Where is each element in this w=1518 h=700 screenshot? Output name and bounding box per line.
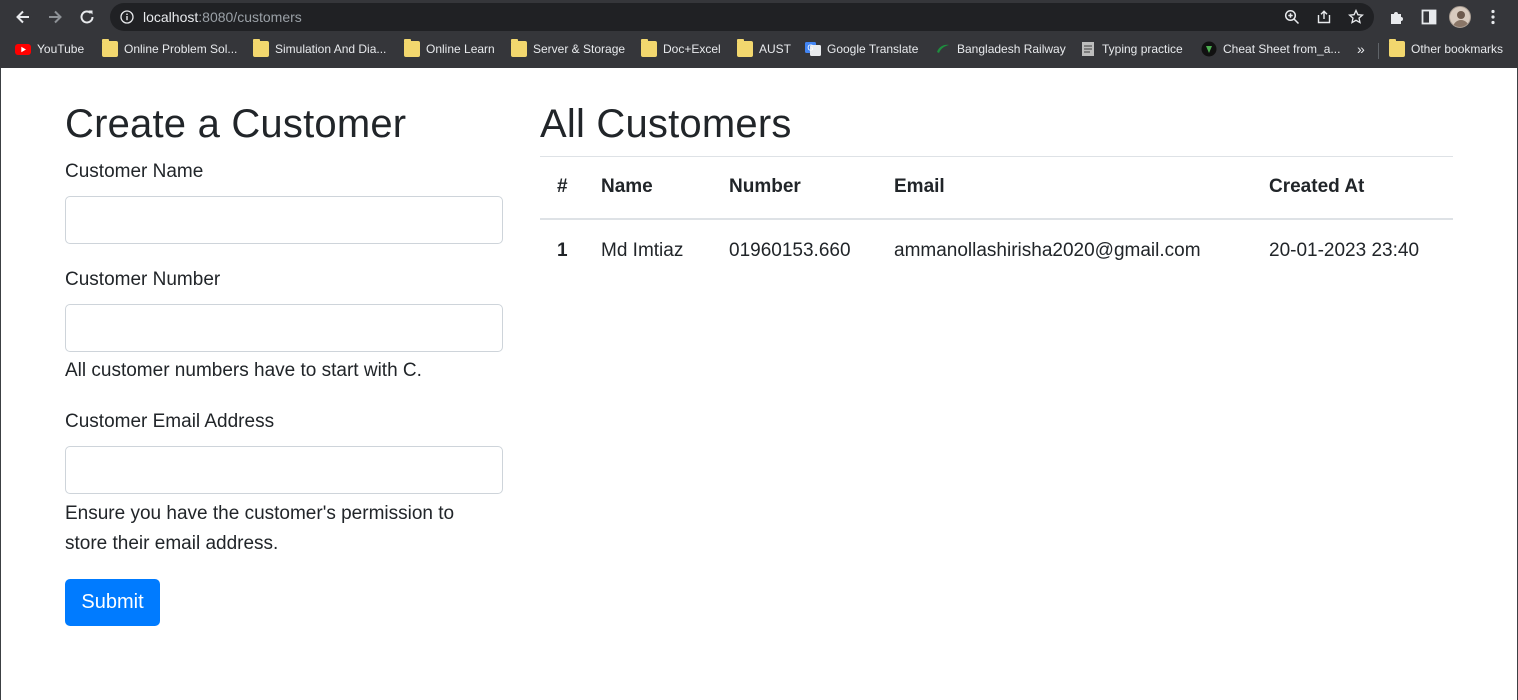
folder-icon: [404, 39, 420, 57]
browser-toolbar: localhost:8080/customers: [0, 0, 1518, 34]
customer-number-label: Customer Number: [65, 269, 221, 290]
table-header-row: # Name Number Email Created At: [540, 156, 1453, 219]
bookmarks-bar: YouTube Online Problem Sol... Simulation…: [0, 36, 1518, 62]
bookmark-bangladesh-railway[interactable]: Bangladesh Railway: [935, 40, 1066, 58]
bookmark-label: Doc+Excel: [663, 42, 721, 56]
customer-email-label: Customer Email Address: [65, 411, 275, 432]
site-info-icon[interactable]: [120, 10, 134, 24]
cell-number: 01960153.660: [729, 240, 851, 261]
bookmark-label: Simulation And Dia...: [275, 42, 387, 56]
bookmark-label: Google Translate: [827, 42, 919, 56]
zoom-icon[interactable]: [1284, 9, 1300, 25]
customer-name-label: Customer Name: [65, 161, 204, 182]
bookmarks-overflow-button[interactable]: »: [1357, 40, 1365, 58]
avatar-body: [1453, 20, 1469, 27]
side-panel-icon[interactable]: [1420, 8, 1438, 26]
bookmark-label: Cheat Sheet from_a...: [1223, 42, 1341, 56]
back-arrow-icon: [16, 10, 29, 24]
customer-number-help: All customer numbers have to start with …: [65, 360, 422, 381]
bookmark-online-learn[interactable]: Online Learn: [404, 39, 495, 58]
customers-table: # Name Number Email Created At 1 Md Imti…: [540, 156, 1453, 283]
cell-created-at: 20-01-2023 23:40: [1269, 240, 1420, 261]
bookmark-server-storage[interactable]: Server & Storage: [511, 39, 626, 58]
bookmark-label: Server & Storage: [533, 42, 626, 56]
browser-chrome: localhost:8080/customers YouTube Online …: [0, 0, 1518, 68]
reload-icon: [80, 10, 94, 24]
google-translate-icon: G: [805, 41, 821, 57]
table-row: 1 Md Imtiaz 01960153.660 ammanollashiris…: [540, 219, 1453, 283]
railway-icon: [935, 41, 951, 57]
bookmark-label: AUST: [759, 42, 792, 56]
submit-button[interactable]: Submit: [65, 579, 160, 626]
header-number: Number: [729, 176, 801, 198]
address-bar[interactable]: localhost:8080/customers: [110, 3, 1374, 31]
forward-arrow-icon: [49, 10, 62, 24]
customers-title: All Customers: [540, 102, 792, 146]
bookmark-label: Online Problem Sol...: [124, 42, 238, 56]
header-index: #: [557, 176, 568, 198]
bookmark-label: Bangladesh Railway: [957, 42, 1066, 56]
url-host: localhost: [143, 9, 199, 25]
bookmark-label: Typing practice: [1102, 42, 1183, 56]
bookmark-star-icon[interactable]: [1348, 9, 1364, 25]
bookmark-label: Online Learn: [426, 42, 495, 56]
folder-icon: [511, 39, 527, 57]
more-menu-icon[interactable]: [1484, 8, 1502, 26]
customer-number-input[interactable]: [65, 304, 503, 352]
folder-icon: [641, 39, 657, 57]
cheatsheet-icon: [1201, 41, 1217, 57]
bookmark-cheat-sheet[interactable]: Cheat Sheet from_a...: [1201, 40, 1340, 58]
bookmark-simulation[interactable]: Simulation And Dia...: [253, 39, 387, 58]
folder-icon: [1389, 39, 1405, 57]
header-name: Name: [601, 176, 653, 198]
bookmark-online-problem[interactable]: Online Problem Sol...: [102, 39, 238, 58]
bookmarks-divider: [1378, 43, 1379, 59]
customer-email-input[interactable]: [65, 446, 503, 494]
bookmark-typing-practice[interactable]: Typing practice: [1080, 40, 1183, 58]
avatar-head: [1457, 11, 1465, 19]
typing-icon: [1080, 41, 1096, 57]
bookmark-label: Other bookmarks: [1411, 42, 1504, 56]
bookmark-google-translate[interactable]: G Google Translate: [805, 40, 918, 58]
bookmark-youtube[interactable]: YouTube: [15, 40, 84, 58]
folder-icon: [253, 39, 269, 57]
bookmark-aust[interactable]: AUST: [737, 39, 792, 58]
forward-button[interactable]: [43, 6, 67, 28]
page-content: Create a Customer Customer Name Customer…: [0, 68, 1518, 700]
url-path: :8080/customers: [198, 9, 302, 25]
customer-name-input[interactable]: [65, 196, 503, 244]
cell-name: Md Imtiaz: [601, 240, 684, 261]
youtube-icon: [15, 41, 31, 57]
form-title: Create a Customer: [65, 102, 407, 146]
folder-icon: [737, 39, 753, 57]
share-icon[interactable]: [1316, 9, 1332, 25]
header-created-at: Created At: [1269, 176, 1365, 198]
svg-text:G: G: [807, 44, 813, 53]
bookmark-other-bookmarks[interactable]: Other bookmarks: [1389, 39, 1504, 58]
header-email: Email: [894, 176, 945, 198]
cell-index: 1: [557, 240, 568, 261]
bookmark-label: YouTube: [37, 42, 85, 56]
customer-email-help-line2: store their email address.: [65, 533, 279, 554]
customer-email-help-line1: Ensure you have the customer's permissio…: [65, 503, 455, 524]
folder-icon: [102, 39, 118, 57]
bookmark-doc-excel[interactable]: Doc+Excel: [641, 39, 721, 58]
cell-email: ammanollashirisha2020@gmail.com: [894, 240, 1201, 261]
url-text[interactable]: localhost:8080/customers: [143, 9, 302, 25]
back-button[interactable]: [11, 6, 35, 28]
reload-button[interactable]: [75, 6, 99, 28]
profile-avatar[interactable]: [1449, 6, 1471, 28]
extensions-icon[interactable]: [1388, 8, 1406, 26]
